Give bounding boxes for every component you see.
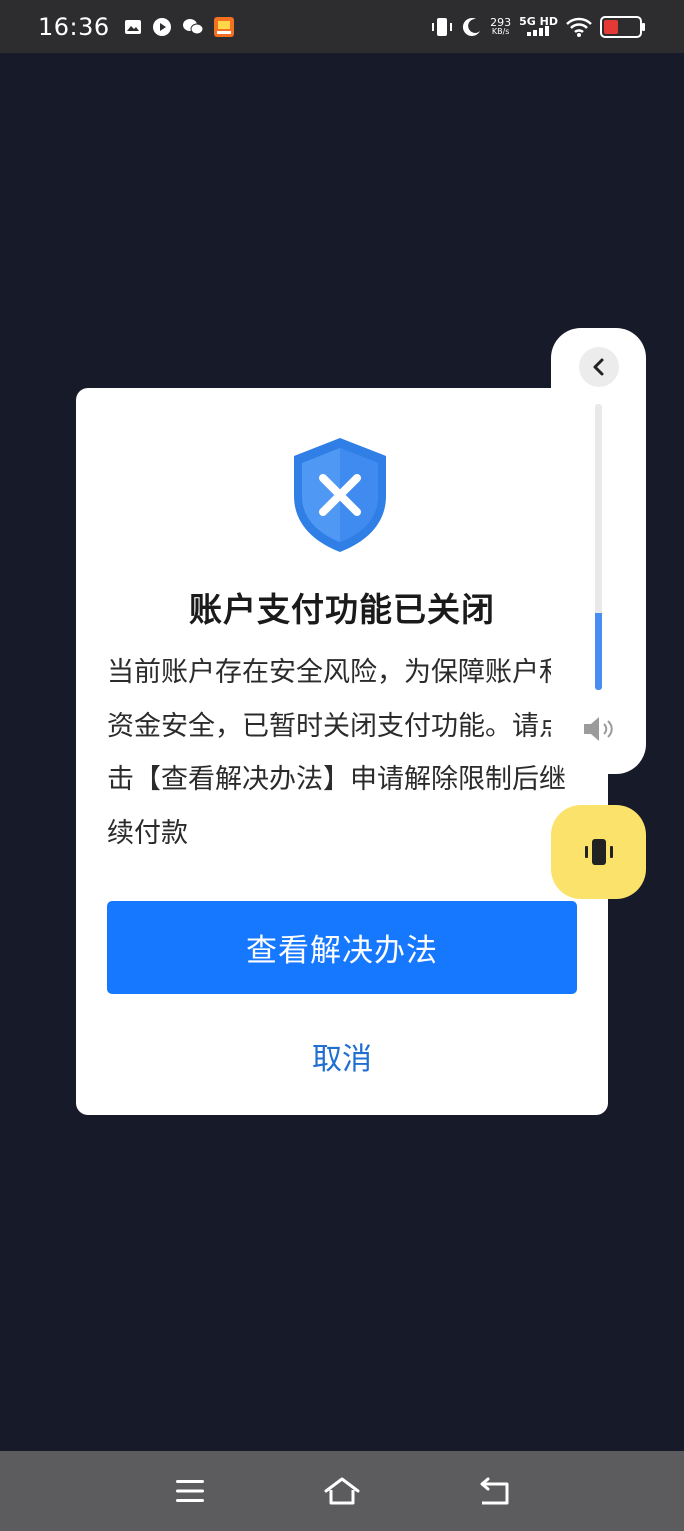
net-speed: 293 KB/s bbox=[490, 15, 512, 36]
vibrate-icon bbox=[584, 839, 613, 865]
moon-icon bbox=[462, 17, 482, 37]
menu-button[interactable] bbox=[170, 1471, 210, 1511]
vibrate-mode-icon bbox=[430, 16, 454, 38]
wechat-icon bbox=[182, 18, 204, 36]
cancel-button[interactable]: 取消 bbox=[76, 1028, 608, 1084]
volume-level bbox=[595, 612, 602, 690]
status-left: 16:36 bbox=[38, 13, 234, 41]
signal-indicator: 5G HD bbox=[519, 15, 558, 36]
battery-icon bbox=[600, 15, 646, 38]
home-button[interactable] bbox=[322, 1471, 362, 1511]
view-solution-button[interactable]: 查看解决办法 bbox=[107, 901, 577, 994]
volume-panel bbox=[551, 328, 646, 774]
payment-disabled-dialog: 账户支付功能已关闭 当前账户存在安全风险，为保障账户和资金安全，已暂时关闭支付功… bbox=[76, 388, 608, 1115]
dialog-message: 当前账户存在安全风险，为保障账户和资金安全，已暂时关闭支付功能。请点击【查看解决… bbox=[107, 657, 566, 849]
wifi-icon bbox=[566, 17, 592, 37]
back-icon bbox=[480, 1477, 509, 1505]
back-button[interactable] bbox=[474, 1471, 514, 1511]
signal-label: 5G HD bbox=[519, 15, 558, 28]
status-right: 293 KB/s 5G HD bbox=[430, 15, 646, 38]
collapse-volume-button[interactable] bbox=[579, 347, 619, 387]
vibrate-toggle-button[interactable] bbox=[551, 805, 646, 899]
signal-icon bbox=[526, 26, 549, 36]
menu-icon bbox=[176, 1480, 204, 1502]
home-icon bbox=[324, 1477, 360, 1505]
shield-x-icon bbox=[294, 438, 386, 552]
dialog-title: 账户支付功能已关闭 bbox=[189, 590, 495, 629]
status-bar: 16:36 293 KB/s 5G HD bbox=[0, 0, 684, 53]
net-speed-value: 293 bbox=[490, 15, 512, 29]
volume-slider[interactable] bbox=[595, 404, 602, 690]
play-icon bbox=[152, 17, 172, 37]
status-time: 16:36 bbox=[38, 12, 110, 41]
speaker-icon[interactable] bbox=[582, 714, 616, 744]
chevron-left-icon bbox=[593, 358, 604, 376]
navigation-bar bbox=[0, 1451, 684, 1531]
app-badge-icon bbox=[213, 16, 234, 37]
net-speed-unit: KB/s bbox=[491, 26, 510, 36]
gallery-icon bbox=[124, 18, 142, 36]
